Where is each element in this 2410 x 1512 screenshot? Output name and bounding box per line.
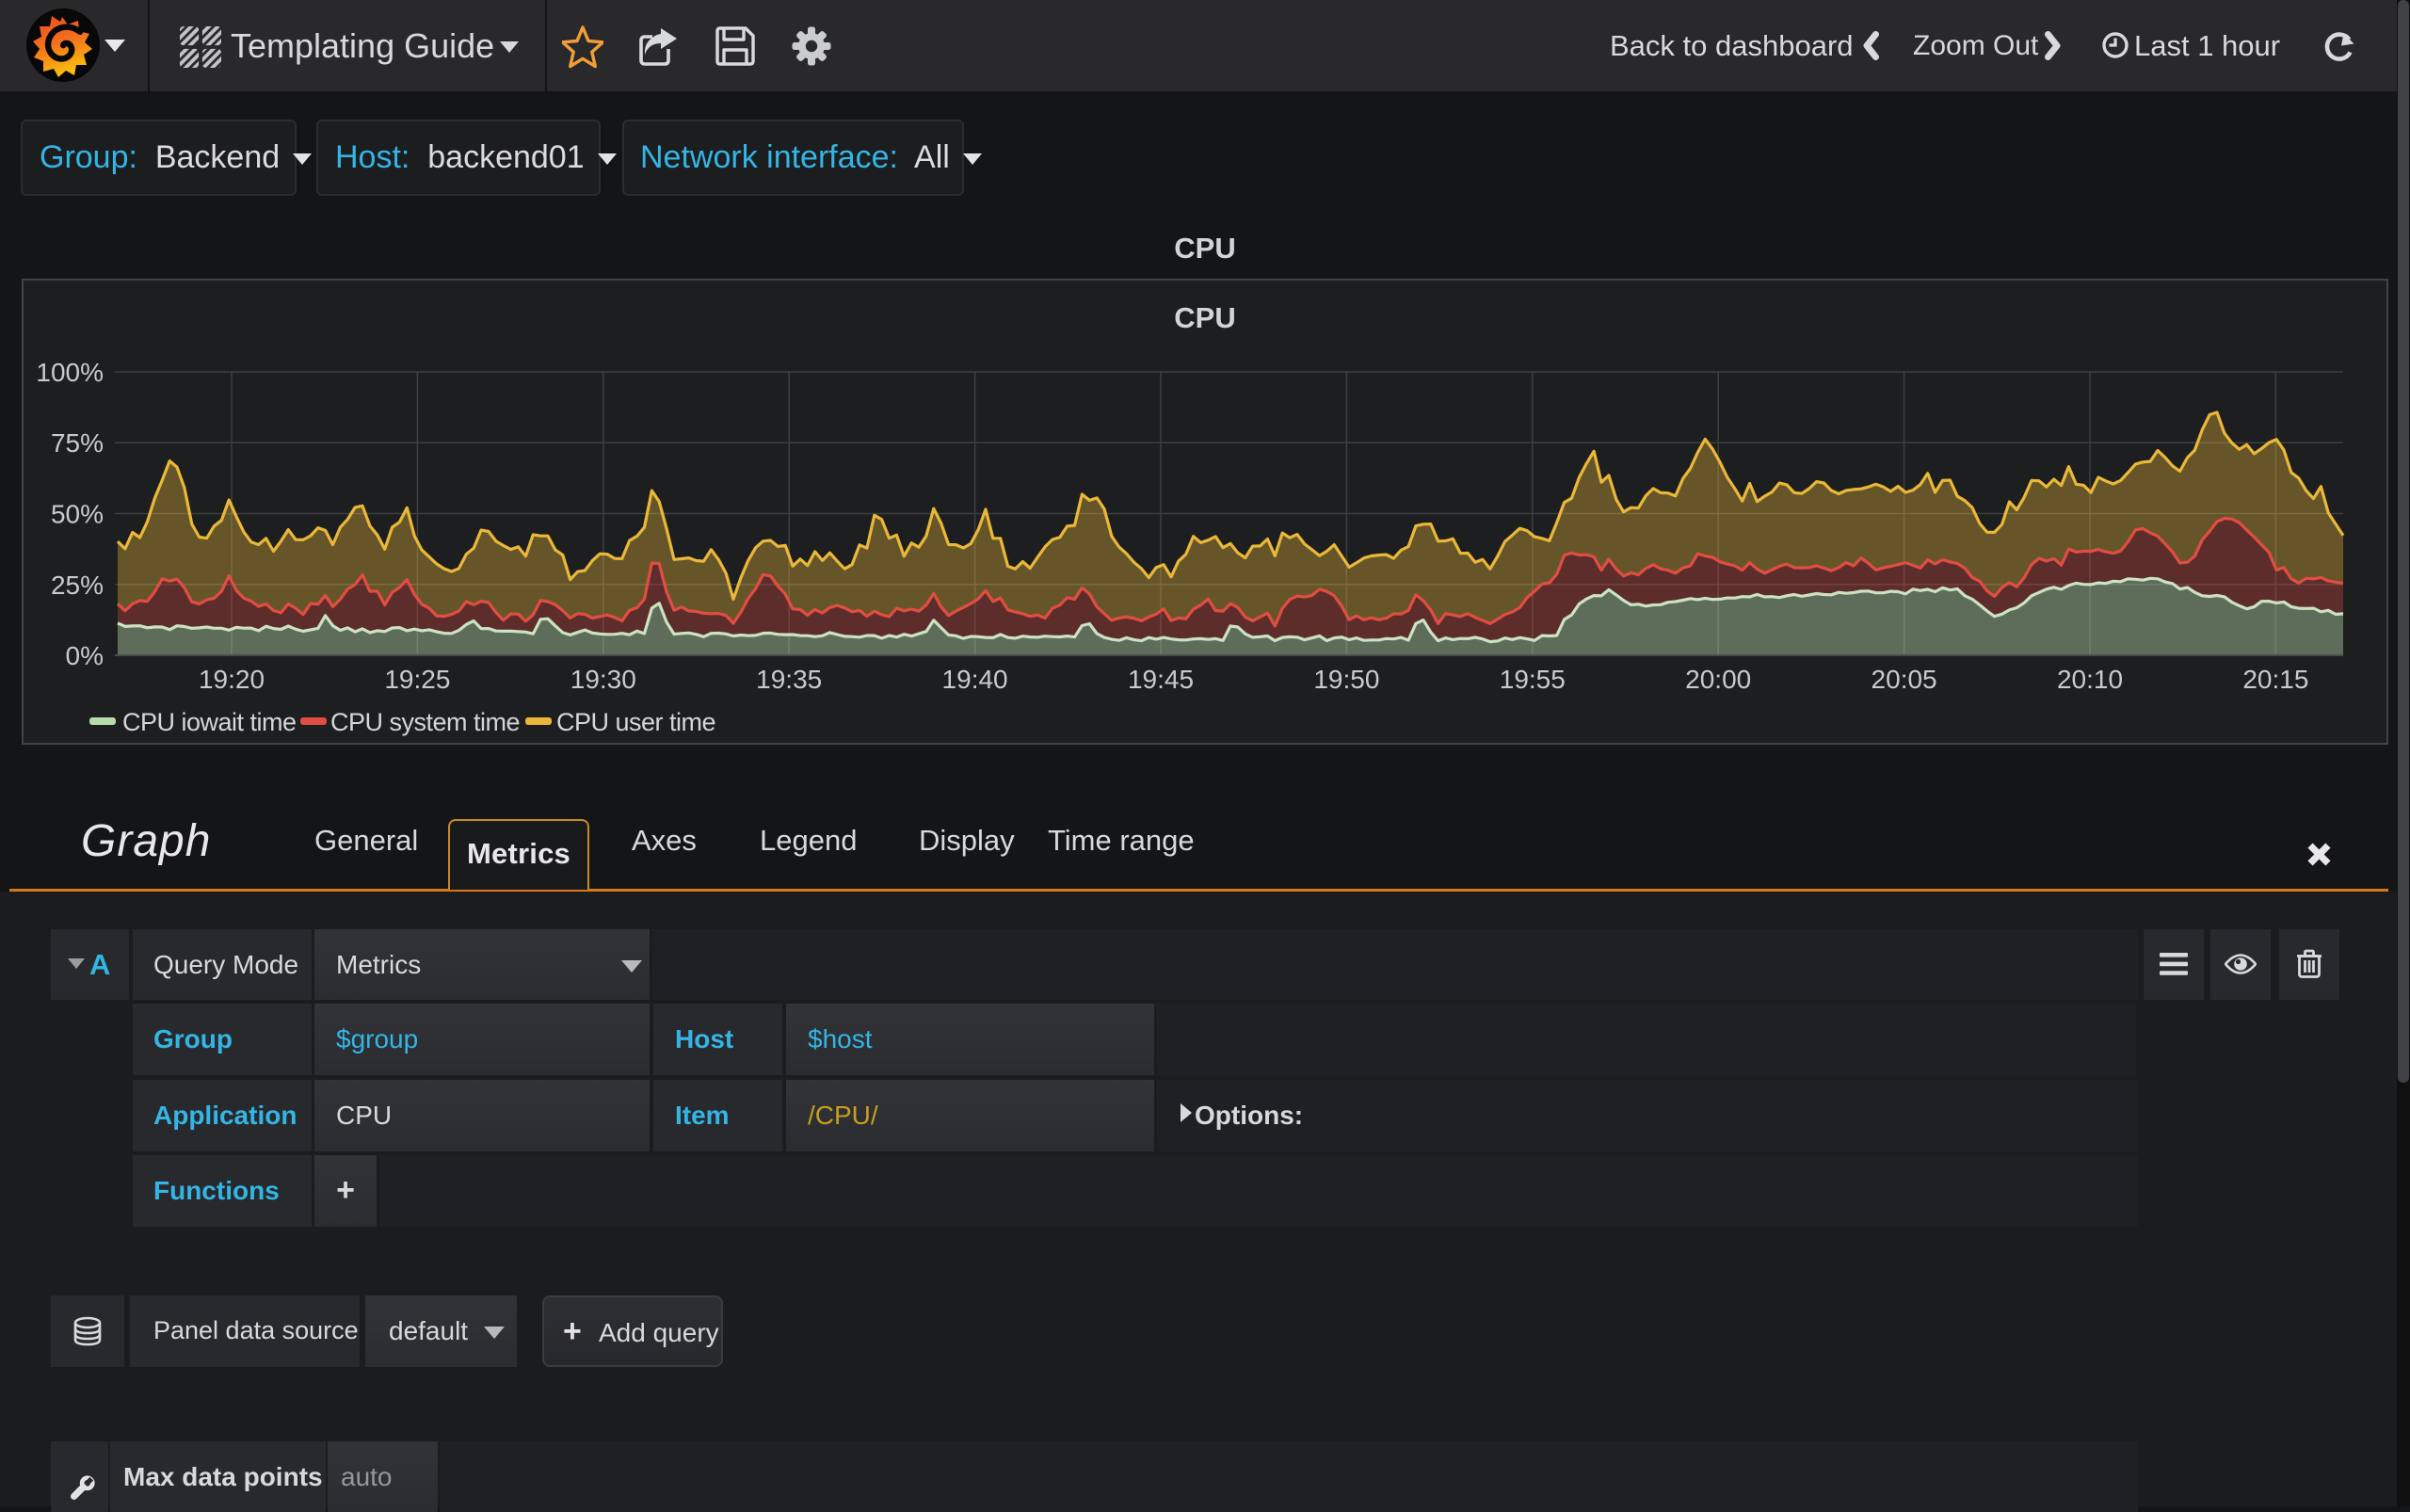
svg-text:20:00: 20:00: [1685, 665, 1751, 694]
svg-text:19:40: 19:40: [942, 665, 1008, 694]
svg-text:19:20: 19:20: [199, 665, 265, 694]
svg-text:0%: 0%: [66, 641, 104, 670]
svg-text:19:50: 19:50: [1313, 665, 1379, 694]
svg-text:75%: 75%: [51, 428, 104, 458]
svg-text:19:45: 19:45: [1128, 665, 1194, 694]
svg-text:19:30: 19:30: [570, 665, 636, 694]
svg-text:CPU iowait time: CPU iowait time: [122, 708, 297, 736]
svg-text:50%: 50%: [51, 500, 104, 529]
svg-text:19:25: 19:25: [384, 665, 450, 694]
svg-text:19:55: 19:55: [1500, 665, 1566, 694]
svg-text:25%: 25%: [51, 571, 104, 600]
svg-text:20:10: 20:10: [2057, 665, 2123, 694]
svg-text:19:35: 19:35: [756, 665, 822, 694]
svg-text:20:05: 20:05: [1872, 665, 1937, 694]
svg-text:20:15: 20:15: [2242, 665, 2308, 694]
svg-text:CPU system time: CPU system time: [330, 708, 520, 736]
svg-text:CPU user time: CPU user time: [556, 708, 715, 736]
svg-text:100%: 100%: [36, 358, 104, 387]
